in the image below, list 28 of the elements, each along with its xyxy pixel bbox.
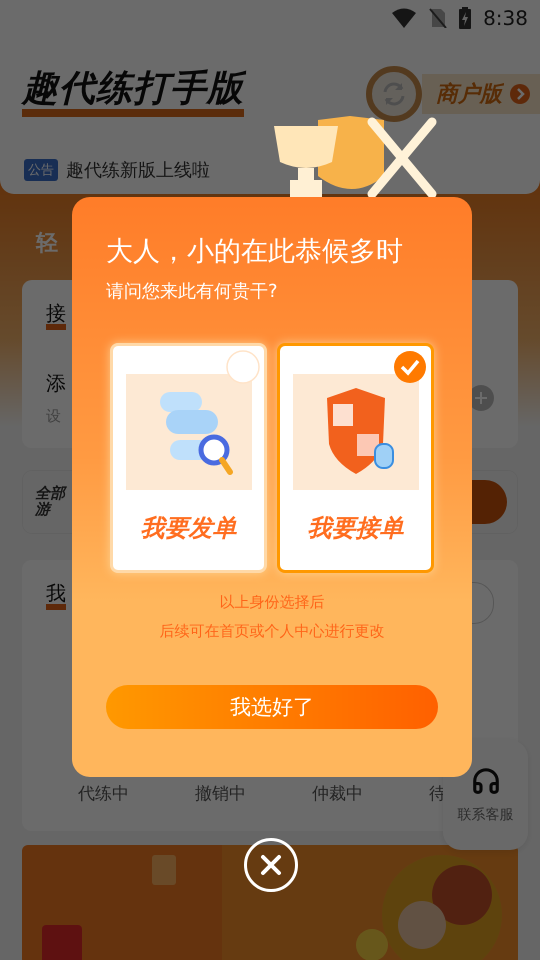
- order-status-tab[interactable]: 仲裁中: [312, 782, 363, 805]
- close-button[interactable]: [244, 838, 298, 892]
- dialog-note: 以上身份选择后: [220, 593, 324, 612]
- no-sim-icon: [429, 8, 448, 28]
- merchant-switch-button[interactable]: 商户版: [422, 74, 540, 114]
- role-option[interactable]: 我要发单: [110, 343, 267, 573]
- confirm-button[interactable]: 我选好了: [106, 685, 438, 729]
- dialog-title: 大人，小的在此恭候多时: [106, 235, 404, 269]
- item-title: 添: [46, 370, 66, 397]
- card-title: 接: [46, 302, 66, 330]
- games-label: 全部 游: [35, 486, 65, 518]
- headphones-icon: [470, 766, 500, 796]
- dialog-subtitle: 请问您来此有何贵干?: [106, 280, 279, 303]
- battery-charging-icon: [459, 7, 472, 29]
- notice-badge: 公告: [24, 159, 58, 181]
- orders-title: 我: [46, 582, 66, 610]
- chevron-right-icon: [510, 84, 530, 104]
- refresh-icon: [366, 66, 422, 122]
- status-time: 8:38: [483, 6, 528, 30]
- wifi-icon: [391, 8, 418, 28]
- notice-text[interactable]: 趣代练新版上线啦: [66, 158, 210, 182]
- close-icon: [260, 854, 282, 876]
- app-title: 趣代练打手版: [22, 71, 244, 117]
- section-title: 轻: [36, 230, 58, 258]
- order-status-tab[interactable]: 代练中: [78, 782, 129, 805]
- dialog-note: 后续可在首页或个人中心进行更改: [160, 622, 384, 641]
- order-status-tab[interactable]: 撤销中: [195, 782, 246, 805]
- role-option[interactable]: 我要接单: [277, 343, 434, 573]
